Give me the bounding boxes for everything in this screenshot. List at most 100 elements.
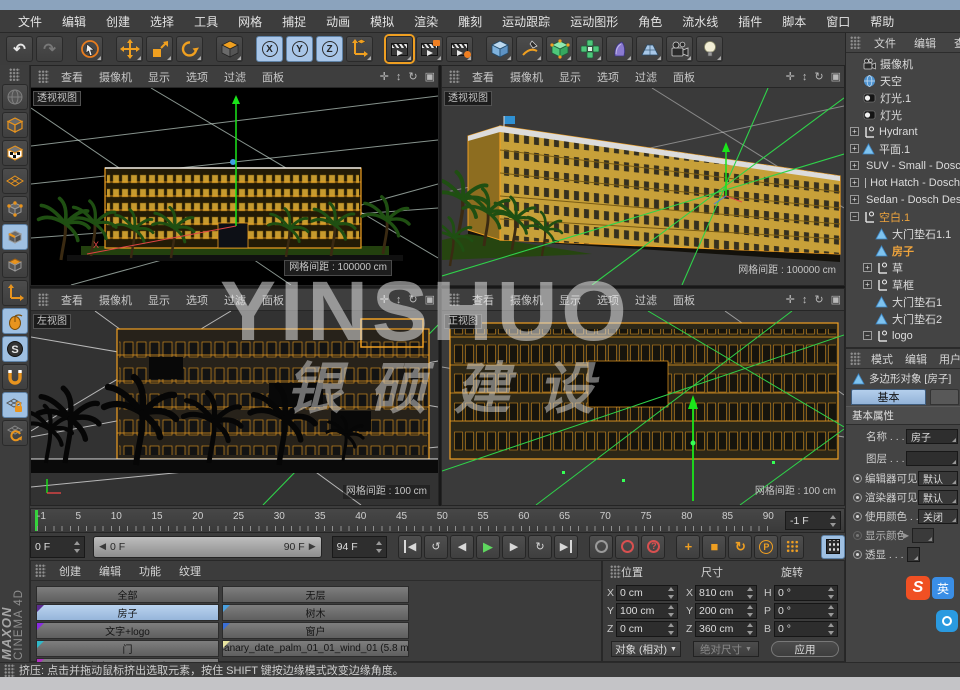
slider-left-arrow-icon[interactable]: ◀ xyxy=(99,541,106,552)
loop-button[interactable]: ↻ xyxy=(528,535,552,559)
viewport-scene-perspective-1[interactable]: X xyxy=(31,88,438,285)
object-tree-item[interactable]: 大门垫石2 xyxy=(846,310,960,327)
panel-grip[interactable] xyxy=(38,293,49,306)
menubar-item[interactable]: 运动跟踪 xyxy=(492,13,560,30)
viewport-zoom-icon[interactable]: ↕ xyxy=(396,71,402,83)
size-x-field[interactable]: 810 cm xyxy=(695,585,757,601)
coord-mode-dropdown[interactable]: 对象 (相对)▼ xyxy=(611,641,681,657)
om-menu-item[interactable]: 编辑 xyxy=(905,35,945,51)
add-deformer-button[interactable] xyxy=(606,36,633,62)
add-mograph-cloner-button[interactable] xyxy=(576,36,603,62)
object-tree-item[interactable]: 灯光 xyxy=(846,106,960,123)
radio-icon[interactable] xyxy=(853,531,862,540)
object-tree-item[interactable]: +草框 xyxy=(846,276,960,293)
viewport-menu-item[interactable]: 选项 xyxy=(589,69,627,85)
timeline-ruler[interactable]: -15 1015 2025 3035 4045 5055 6065 7075 8… xyxy=(30,508,845,533)
viewport-zoom-icon[interactable]: ↕ xyxy=(396,294,402,306)
layer-cell-text-logo[interactable]: 文字+logo xyxy=(36,622,219,639)
viewport-menu-item[interactable]: 摄像机 xyxy=(91,292,140,308)
object-tree-item[interactable]: +平面.1 xyxy=(846,140,960,157)
name-input[interactable]: 房子 xyxy=(906,429,958,444)
slider-right-arrow-icon[interactable]: ▶ xyxy=(309,541,316,552)
viewport-menu-item[interactable]: 过滤 xyxy=(627,69,665,85)
viewport-maximize-icon[interactable]: ▣ xyxy=(425,293,435,306)
add-environment-button[interactable] xyxy=(636,36,663,62)
current-frame-field[interactable]: 0 F xyxy=(30,536,85,558)
viewport-menu-item[interactable]: 查看 xyxy=(464,292,502,308)
menubar-item[interactable]: 网格 xyxy=(228,13,272,30)
record-active-objects-button[interactable] xyxy=(589,535,613,559)
pos-x-field[interactable]: 0 cm xyxy=(616,585,678,601)
viewport-menu-item[interactable]: 查看 xyxy=(464,69,502,85)
workplane-mode-button[interactable] xyxy=(2,168,28,194)
layer-input[interactable] xyxy=(906,451,958,466)
ime-widget[interactable]: S 英 xyxy=(906,576,954,600)
object-tree-item[interactable]: +草 xyxy=(846,259,960,276)
menubar-item[interactable]: 编辑 xyxy=(52,13,96,30)
make-editable-button[interactable] xyxy=(2,84,28,110)
polygon-mode-button[interactable] xyxy=(2,252,28,278)
layer-cell-canary-palm[interactable]: canary_date_palm_01_01_wind_01 (5.8 m) xyxy=(222,640,409,657)
rotate-tool-button[interactable] xyxy=(176,36,203,62)
layer-cell-trees[interactable]: 树木 xyxy=(222,604,409,621)
expand-toggle-icon[interactable]: + xyxy=(850,161,859,170)
panel-grip[interactable] xyxy=(449,70,460,83)
model-mode-button[interactable] xyxy=(2,112,28,138)
viewport-rotate-icon[interactable]: ↻ xyxy=(814,70,823,83)
play-button[interactable]: ▶ xyxy=(476,535,500,559)
viewport-menu-item[interactable]: 选项 xyxy=(178,69,216,85)
previous-frame-button[interactable]: ◀ xyxy=(450,535,474,559)
key-rotation-toggle[interactable]: ↻ xyxy=(728,535,752,559)
object-tree-item[interactable]: 灯光.1 xyxy=(846,89,960,106)
viewport-menu-item[interactable]: 面板 xyxy=(665,69,703,85)
viewport-rotate-icon[interactable]: ↻ xyxy=(408,70,417,83)
panel-grip[interactable] xyxy=(610,565,621,578)
axis-mode-button[interactable] xyxy=(2,280,28,306)
last-tool-cube-button[interactable] xyxy=(216,36,243,62)
radio-icon[interactable] xyxy=(853,512,862,521)
apply-button[interactable]: 应用 xyxy=(771,641,839,657)
object-tree-item[interactable]: 大门垫石1.1 xyxy=(846,225,960,242)
viewport-maximize-icon[interactable]: ▣ xyxy=(425,70,435,83)
menubar-item[interactable]: 窗口 xyxy=(816,13,860,30)
viewport-menu-item[interactable]: 显示 xyxy=(140,69,178,85)
expand-toggle-icon[interactable]: + xyxy=(863,280,872,289)
object-tree-item[interactable]: +SUV - Small - Dosch xyxy=(846,157,960,174)
key-parameter-toggle[interactable]: P xyxy=(754,535,778,559)
points-mode-button[interactable] xyxy=(2,196,28,222)
add-camera-button[interactable] xyxy=(666,36,693,62)
workplane-align-button[interactable] xyxy=(2,420,28,446)
menubar-item[interactable]: 雕刻 xyxy=(448,13,492,30)
texture-mode-button[interactable] xyxy=(2,140,28,166)
menubar-item[interactable]: 运动图形 xyxy=(560,13,628,30)
render-visibility-dropdown[interactable]: 默认 xyxy=(918,490,958,505)
key-pla-toggle[interactable] xyxy=(780,535,804,559)
viewport-pan-icon[interactable]: ✛ xyxy=(786,293,795,306)
move-tool-button[interactable] xyxy=(116,36,143,62)
viewport-pan-icon[interactable]: ✛ xyxy=(786,70,795,83)
scale-tool-button[interactable] xyxy=(146,36,173,62)
end-frame-field[interactable]: 94 F xyxy=(332,536,387,558)
pos-y-field[interactable]: 100 cm xyxy=(616,603,678,619)
timeline-mode-button[interactable] xyxy=(821,535,845,559)
object-tree-item[interactable]: 摄像机 xyxy=(846,55,960,72)
layer-menu-item[interactable]: 功能 xyxy=(130,563,170,579)
viewport-menu-item[interactable]: 显示 xyxy=(140,292,178,308)
panel-grip[interactable] xyxy=(35,564,46,577)
play-reverse-button[interactable]: ↺ xyxy=(424,535,448,559)
object-tree-item[interactable]: +Hydrant xyxy=(846,123,960,140)
viewport-menu-item[interactable]: 过滤 xyxy=(216,292,254,308)
panel-grip[interactable] xyxy=(850,352,861,365)
edge-mode-button[interactable] xyxy=(2,224,28,250)
panel-grip[interactable] xyxy=(850,36,861,49)
panel-grip[interactable] xyxy=(449,293,460,306)
viewport-rotate-icon[interactable]: ↻ xyxy=(814,293,823,306)
expand-toggle-icon[interactable]: + xyxy=(850,144,859,153)
use-color-dropdown[interactable]: 关闭 xyxy=(918,509,958,524)
menubar-item[interactable]: 帮助 xyxy=(860,13,904,30)
object-tree-item[interactable]: 天空 xyxy=(846,72,960,89)
lock-z-axis-button[interactable]: Z xyxy=(316,36,343,62)
am-menu-item[interactable]: 用户数据 xyxy=(933,351,960,367)
add-primitive-button[interactable] xyxy=(486,36,513,62)
expand-toggle-icon[interactable]: + xyxy=(850,178,859,187)
